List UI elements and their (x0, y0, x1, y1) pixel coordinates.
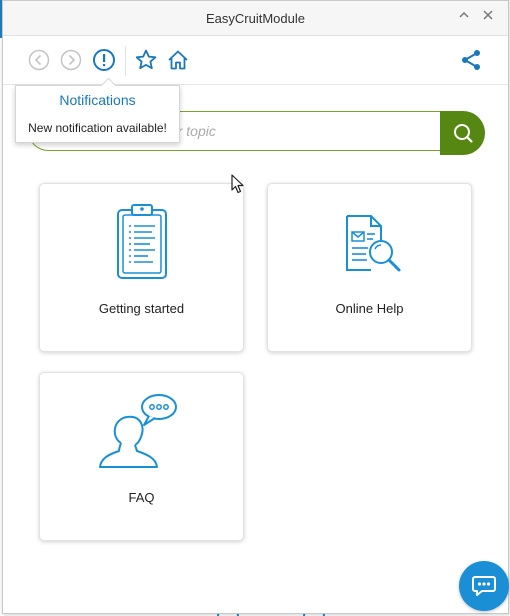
faq-card[interactable]: FAQ (39, 372, 244, 541)
clipboard-icon (116, 204, 167, 279)
toolbar-separator (125, 46, 126, 76)
notification-icon (93, 49, 115, 71)
home-icon (168, 50, 188, 70)
close-icon (483, 10, 493, 20)
toolbar (3, 36, 508, 85)
search-icon (453, 124, 473, 143)
collapse-button[interactable] (456, 9, 472, 25)
cursor-arrow-icon (231, 174, 244, 194)
mouse-cursor (231, 174, 245, 199)
tooltip-title: Notifications (59, 92, 136, 108)
person-speech-bubble-icon (98, 394, 177, 468)
share-button[interactable] (459, 48, 483, 72)
home-button[interactable] (166, 48, 190, 72)
card-label: Getting started (98, 301, 185, 316)
document-search-icon (345, 215, 400, 272)
share-icon (462, 50, 480, 70)
online-help-card[interactable]: Online Help (267, 183, 472, 352)
favorite-star-icon (135, 49, 157, 70)
close-button[interactable] (480, 9, 496, 25)
chat-button[interactable] (459, 561, 509, 611)
notifications-tooltip: Notifications New notification available… (15, 77, 180, 143)
back-button[interactable] (27, 48, 51, 72)
card-label: FAQ (128, 490, 155, 505)
forward-button[interactable] (59, 48, 83, 72)
title-bar: EasyCruitModule (3, 1, 508, 36)
window-title: EasyCruitModule (206, 11, 305, 26)
tooltip-message: New notification available! (28, 121, 167, 135)
back-icon (28, 49, 50, 71)
help-module-window: EasyCruitModule Search by keyword or top… (2, 0, 509, 614)
search-button[interactable] (440, 111, 485, 155)
card-label: Online Help (335, 301, 404, 316)
chat-bubble-icon (472, 576, 496, 596)
notifications-button[interactable] (92, 48, 116, 72)
favorite-button[interactable] (134, 48, 158, 72)
forward-icon (60, 49, 82, 71)
chevron-up-icon (459, 11, 469, 18)
getting-started-card[interactable]: Getting started (39, 183, 244, 352)
